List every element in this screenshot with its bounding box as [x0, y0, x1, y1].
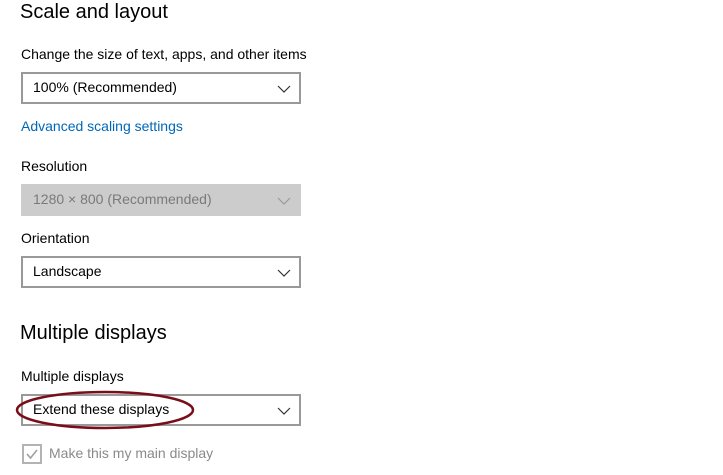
resolution-dropdown-value: 1280 × 800 (Recommended) [33, 191, 212, 207]
orientation-dropdown[interactable]: Landscape [21, 256, 301, 288]
main-display-checkbox[interactable] [22, 444, 42, 464]
chevron-down-icon [277, 197, 291, 205]
scale-dropdown[interactable]: 100% (Recommended) [21, 72, 301, 104]
multiple-displays-dropdown-value: Extend these displays [33, 401, 170, 417]
section-title-multiple-displays: Multiple displays [20, 322, 167, 344]
orientation-label: Orientation [21, 230, 90, 246]
orientation-dropdown-value: Landscape [33, 263, 102, 279]
chevron-down-icon [277, 85, 291, 93]
main-display-checkbox-label: Make this my main display [49, 445, 214, 461]
scale-dropdown-value: 100% (Recommended) [33, 79, 177, 95]
section-title-scale-layout: Scale and layout [20, 1, 168, 23]
advanced-scaling-settings-link[interactable]: Advanced scaling settings [21, 118, 183, 134]
resolution-dropdown: 1280 × 800 (Recommended) [21, 184, 301, 216]
multiple-displays-dropdown[interactable]: Extend these displays [21, 394, 301, 426]
checkmark-icon [26, 449, 38, 460]
resolution-label: Resolution [21, 158, 88, 174]
chevron-down-icon [277, 269, 291, 277]
size-label: Change the size of text, apps, and other… [21, 46, 307, 62]
chevron-down-icon [277, 407, 291, 415]
multiple-displays-label: Multiple displays [21, 368, 124, 384]
